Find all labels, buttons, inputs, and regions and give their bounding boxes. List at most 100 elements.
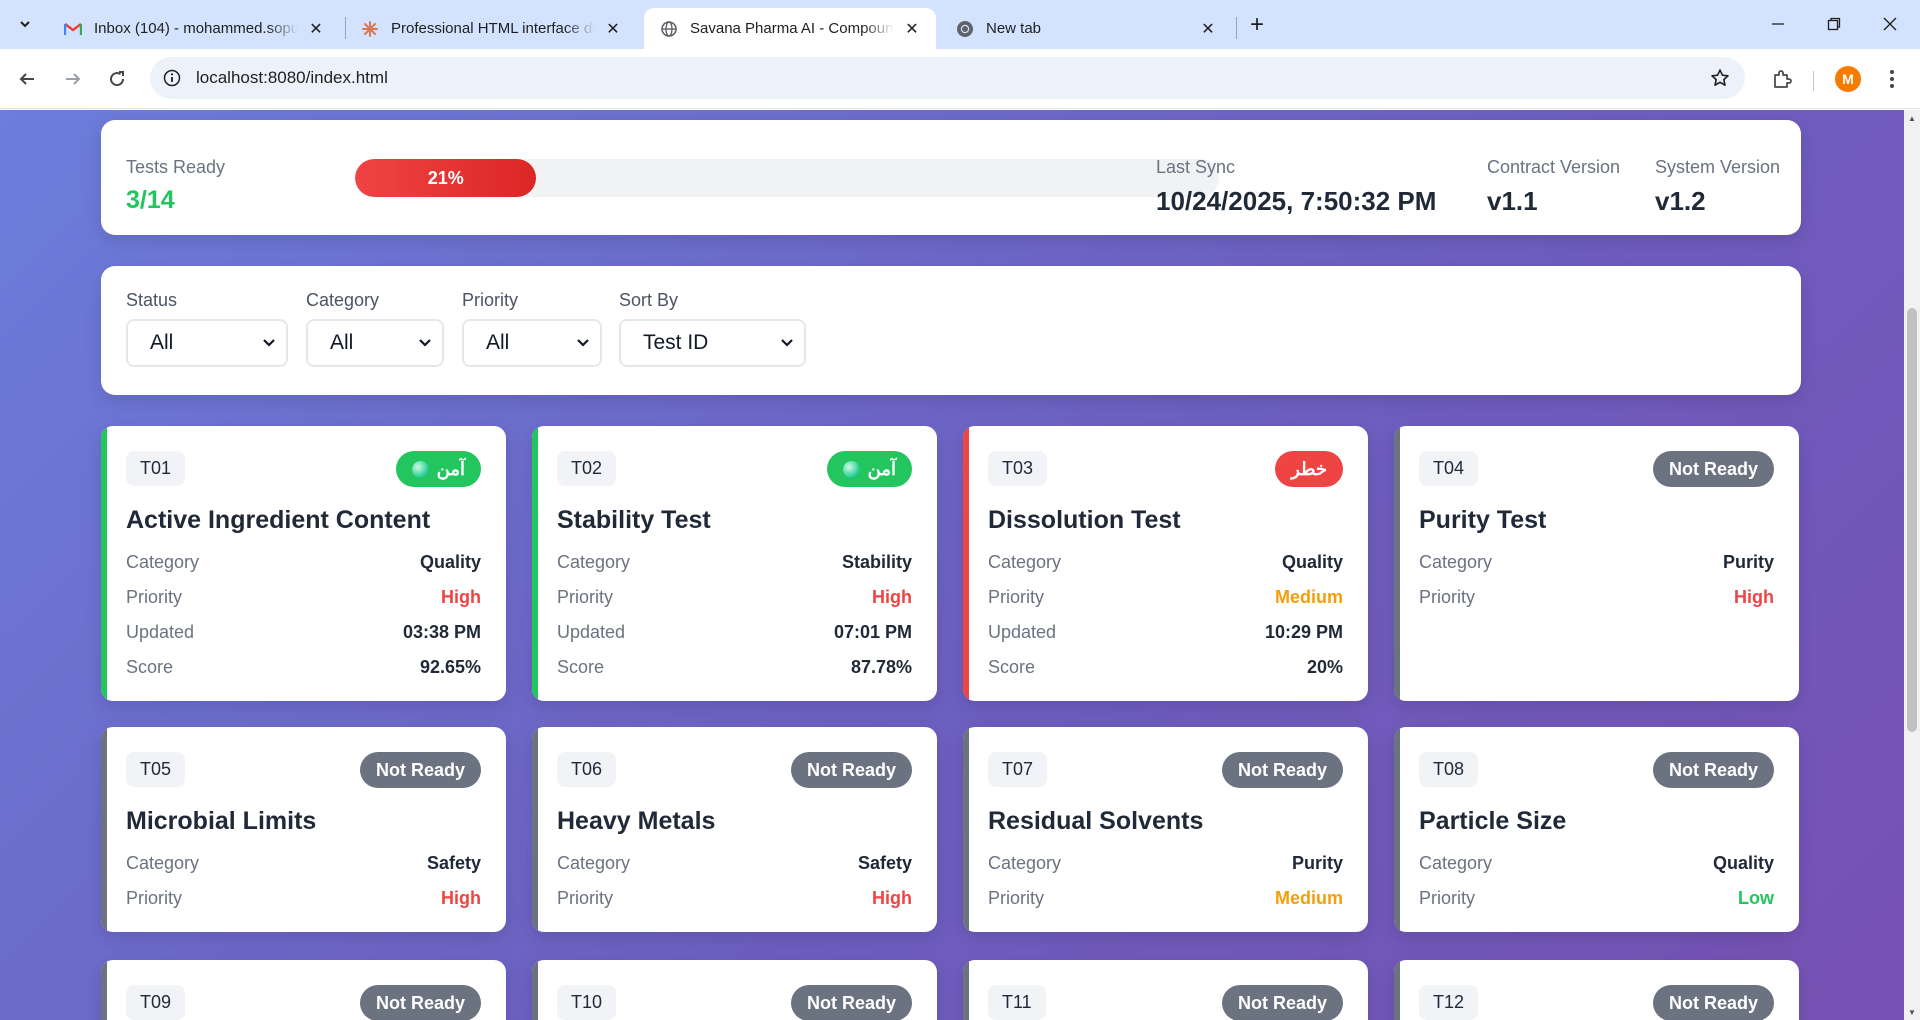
close-tab-icon[interactable]: ✕ [306, 19, 326, 39]
contract-version-value: v1.1 [1487, 186, 1538, 216]
priority-label: Priority [1419, 586, 1476, 607]
priority-value: High [872, 887, 912, 908]
scrollbar-thumb[interactable] [1907, 308, 1917, 732]
status-badge-label: آمن [436, 458, 465, 479]
forward-button[interactable] [57, 63, 89, 95]
extensions-button[interactable] [1766, 63, 1798, 95]
test-id-chip: T10 [557, 985, 617, 1020]
page-scrollbar[interactable]: ▲ ▼ [1904, 110, 1920, 1020]
test-card-t04[interactable]: T04 Not Ready Purity Test Category Purity Pri… [1394, 426, 1799, 701]
test-card-t08[interactable]: T08 Not Ready Particle Size Category Quality… [1394, 727, 1799, 932]
tab-title: New tab [986, 20, 1042, 37]
close-tab-icon[interactable]: ✕ [603, 19, 623, 39]
reload-button[interactable] [101, 63, 133, 95]
close-window-button[interactable] [1862, 0, 1918, 48]
restore-icon [1827, 17, 1841, 31]
test-id-chip: T12 [1419, 985, 1479, 1020]
category-row: Category Purity [1419, 550, 1774, 574]
close-tab-icon[interactable]: ✕ [902, 19, 922, 39]
tab-title: Savana Pharma AI - Compound [690, 20, 894, 37]
category-row: Category Quality [126, 550, 481, 574]
category-value: Purity [1722, 551, 1774, 572]
url-text: localhost:8080/index.html [196, 68, 388, 87]
test-card-t07[interactable]: T07 Not Ready Residual Solvents Category Pur… [963, 727, 1368, 932]
tab-search-button[interactable] [10, 9, 40, 39]
status-badge: Not Ready [359, 752, 481, 788]
progress-label: 21% [427, 167, 464, 188]
browser-toolbar: localhost:8080/index.html M [0, 49, 1920, 109]
category-filter: Category All [306, 290, 444, 367]
test-card-t12[interactable]: T12 Not Ready [1394, 960, 1799, 1020]
close-icon [1883, 17, 1897, 31]
category-select[interactable]: All [306, 319, 444, 367]
test-card-t02[interactable]: T02 آمن Stability Test Category Stability Pri… [532, 426, 937, 701]
bookmark-star-icon[interactable] [1709, 67, 1731, 89]
browser-menu-button[interactable] [1876, 63, 1908, 95]
back-button[interactable] [11, 63, 43, 95]
test-name: Dissolution Test [988, 506, 1181, 534]
browser-tab-bar: Inbox (104) - mohammed.sopul ✕ Professio… [0, 0, 1920, 49]
category-row: Category Purity [988, 851, 1343, 875]
category-value: Quality [1712, 852, 1774, 873]
close-tab-icon[interactable]: ✕ [1198, 19, 1218, 39]
test-id-chip: T04 [1419, 451, 1479, 486]
updated-label: Updated [988, 621, 1057, 642]
chevron-down-icon [263, 339, 275, 347]
status-filter-label: Status [126, 290, 178, 310]
score-value: 92.65% [419, 656, 481, 677]
status-indicator-icon [411, 460, 429, 478]
priority-row: Priority High [126, 886, 481, 910]
profile-avatar[interactable]: M [1835, 66, 1861, 92]
test-card-t10[interactable]: T10 Not Ready [532, 960, 937, 1020]
status-badge: آمن [395, 451, 481, 487]
sort-by-select-value: Test ID [643, 331, 709, 354]
test-card-t03[interactable]: T03 خطر Dissolution Test Category Quality Pri… [963, 426, 1368, 701]
sort-by-select[interactable]: Test ID [619, 319, 806, 367]
page-viewport: Tests Ready 3/14 21% Last Sync 10/24/202… [0, 110, 1920, 1020]
tests-ready-value: 3/14 [126, 186, 175, 214]
status-badge: آمن [826, 451, 912, 487]
score-label: Score [557, 656, 605, 677]
priority-value: High [441, 887, 481, 908]
test-card-t06[interactable]: T06 Not Ready Heavy Metals Category Safety Pr… [532, 727, 937, 932]
category-value: Purity [1291, 852, 1343, 873]
minimize-button[interactable] [1750, 0, 1806, 48]
status-stripe [963, 426, 969, 701]
browser-tab-gmail[interactable]: Inbox (104) - mohammed.sopul ✕ [48, 8, 340, 49]
status-stripe [963, 960, 969, 1020]
category-select-value: All [330, 331, 354, 354]
priority-value: Medium [1274, 586, 1343, 607]
status-stripe [101, 727, 107, 932]
updated-value: 03:38 PM [402, 621, 481, 642]
status-badge-label: آمن [867, 458, 896, 479]
test-card-t01[interactable]: T01 آمن Active Ingredient Content Category Q… [101, 426, 506, 701]
last-sync-value: 10/24/2025, 7:50:32 PM [1156, 186, 1437, 216]
priority-row: Priority High [557, 585, 912, 609]
category-label: Category [988, 852, 1062, 873]
restore-button[interactable] [1806, 0, 1862, 48]
test-id-chip: T08 [1419, 752, 1479, 787]
test-card-t11[interactable]: T11 Not Ready [963, 960, 1368, 1020]
status-select[interactable]: All [126, 319, 288, 367]
new-tab-button[interactable]: + [1242, 10, 1272, 40]
browser-tab-claude[interactable]: Professional HTML interface des ✕ [345, 8, 637, 49]
site-info-icon[interactable] [162, 68, 182, 88]
status-badge: Not Ready [790, 752, 912, 788]
scroll-up-icon[interactable]: ▲ [1904, 110, 1920, 126]
test-card-t05[interactable]: T05 Not Ready Microbial Limits Category Safe… [101, 727, 506, 932]
browser-tab-newtab[interactable]: New tab ✕ [940, 8, 1232, 49]
address-bar[interactable]: localhost:8080/index.html [150, 57, 1745, 99]
status-stripe [963, 727, 969, 932]
status-badge: Not Ready [790, 985, 912, 1020]
score-row: Score 92.65% [126, 655, 481, 679]
scroll-down-icon[interactable]: ▼ [1904, 1004, 1920, 1020]
status-stripe [532, 727, 538, 932]
priority-value: High [1734, 586, 1774, 607]
category-value: Quality [419, 551, 481, 572]
priority-select[interactable]: All [462, 319, 602, 367]
priority-row: Priority High [557, 886, 912, 910]
test-card-t09[interactable]: T09 Not Ready [101, 960, 506, 1020]
browser-tab-savana[interactable]: Savana Pharma AI - Compound ✕ [644, 8, 936, 49]
test-id-chip: T03 [988, 451, 1048, 486]
arrow-left-icon [19, 73, 34, 85]
